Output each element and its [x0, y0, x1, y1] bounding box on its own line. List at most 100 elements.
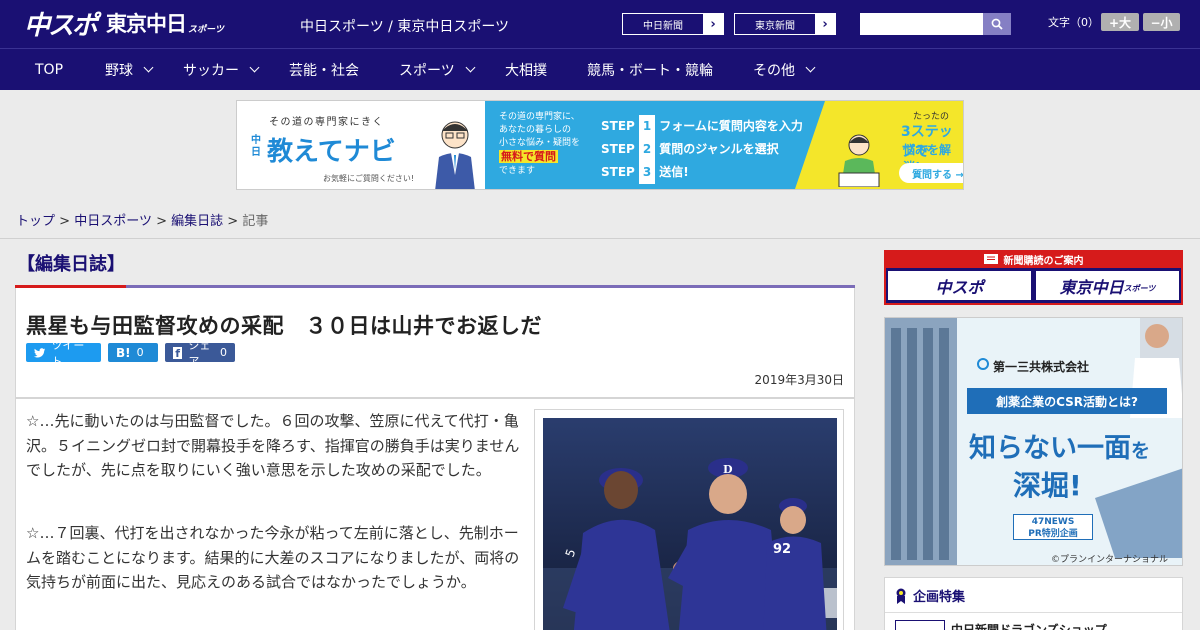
banner-desc-2: あなたの暮らしの	[499, 125, 572, 135]
tweet-button[interactable]: ツイート	[26, 339, 101, 368]
subscribe-sports-suffix: スポーツ	[1123, 284, 1156, 293]
article-paragraph: ☆…７回裏、代打を出されなかった今永が粘って左前に落とし、先制ホームを踏むことに…	[26, 524, 520, 591]
step-number: 1	[639, 115, 656, 138]
nav-item-soccer[interactable]: サッカー	[183, 49, 260, 90]
section-title: 【編集日誌】	[17, 254, 125, 275]
subscribe-chuspo-link[interactable]: 中スポ	[888, 271, 1031, 300]
step-label: STEP	[601, 165, 635, 179]
logo-chuspo: 中スポ	[24, 10, 98, 41]
tweet-label: ツイート	[51, 338, 85, 368]
chevron-down-icon	[465, 62, 476, 73]
banner-desc-1: その道の専門家に、	[499, 112, 580, 122]
divider	[0, 238, 1200, 239]
chevron-right-icon: ›	[703, 14, 723, 34]
nav-item-label: 競馬・ボート・競輪	[587, 62, 713, 79]
nav-item-label: サッカー	[183, 62, 239, 79]
nav-item-label: TOP	[35, 61, 64, 78]
chevron-down-icon	[249, 62, 260, 73]
banner-step: STEP 2 質問のジャンルを選択	[601, 138, 803, 161]
breadcrumb-separator: >	[59, 214, 71, 229]
subscribe-tokyo-chunichi-link[interactable]: 東京中日 スポーツ	[1036, 271, 1179, 300]
ad-question: 創薬企業のCSR活動とは?	[967, 388, 1167, 414]
jersey-number: 92	[773, 542, 791, 557]
breadcrumb-top-link[interactable]: トップ	[16, 214, 55, 229]
ad-headline-1: 知らない一面を	[969, 426, 1150, 465]
banner-cta-button[interactable]: 質問する →	[899, 163, 963, 183]
step-text: 送信!	[659, 165, 689, 179]
nav-item-entertainment[interactable]: 芸能・社会	[289, 49, 359, 90]
chunichi-shimbun-link[interactable]: 中日新聞 ›	[622, 13, 724, 35]
tokyo-shimbun-label: 東京新聞	[755, 20, 795, 32]
article-date: 2019年3月30日	[754, 373, 844, 387]
user-laptop-illustration	[838, 134, 880, 187]
tokyo-shimbun-link[interactable]: 東京新聞 ›	[734, 13, 836, 35]
article-photo[interactable]: 5 D 92	[543, 418, 837, 630]
chevron-down-icon	[143, 62, 154, 73]
nav-item-label: 芸能・社会	[289, 62, 359, 79]
search-button[interactable]	[983, 13, 1011, 35]
oshiete-navi-banner[interactable]: その道の専門家にきく 中日 教えてナビ お気軽にご質問ください! その道の専門家…	[236, 100, 964, 190]
breadcrumb-chuspo-link[interactable]: 中日スポーツ	[74, 214, 152, 229]
font-size-decrease-button[interactable]: −小	[1143, 13, 1180, 31]
ad-credit: ©プランインターナショナル	[1051, 555, 1169, 565]
feature-header: 企画特集	[895, 586, 965, 605]
daiichi-sankyo-logo-icon	[977, 358, 989, 370]
facebook-share-count: 0	[220, 346, 227, 359]
site-search	[860, 13, 1011, 35]
banner-step: STEP 1 フォームに質問内容を入力	[601, 115, 803, 138]
chevron-down-icon	[805, 62, 816, 73]
ad-source: 47NEWS PR特別企画	[1013, 514, 1093, 540]
font-size-label: 文字（0）	[1048, 16, 1099, 29]
feature-title: 企画特集	[913, 590, 966, 605]
ribbon-icon	[896, 588, 906, 604]
breadcrumb: トップ > 中日スポーツ > 編集日誌 > 記事	[16, 210, 268, 229]
ad-source-name: 47NEWS	[1031, 517, 1075, 527]
site-logo[interactable]: 中スポ 東京中日 スポーツ	[24, 8, 224, 41]
banner-brand-panel: その道の専門家にきく 中日 教えてナビ お気軽にご質問ください!	[237, 101, 485, 189]
banner-tag: その道の専門家にきく	[269, 117, 384, 128]
hatena-bookmark-icon: B!	[116, 345, 131, 360]
banner-desc-emphasis: 無料で質問	[499, 150, 558, 163]
nav-item-racing[interactable]: 競馬・ボート・競輪	[587, 49, 713, 90]
nav-item-other[interactable]: その他	[753, 49, 816, 90]
divider	[885, 612, 1182, 613]
subscription-title: 新聞購読のご案内	[1003, 255, 1084, 267]
search-icon	[991, 18, 1003, 30]
ad-source-label: PR特別企画	[1028, 529, 1078, 539]
feature-item-link[interactable]: 中日新聞ドラゴンズショップ	[951, 621, 1107, 630]
step-text: 質問のジャンルを選択	[659, 142, 779, 156]
nav-item-top[interactable]: TOP	[35, 49, 63, 90]
breadcrumb-diary-link[interactable]: 編集日誌	[171, 214, 223, 229]
subscription-header: 新聞購読のご案内	[884, 250, 1183, 268]
nav-item-baseball[interactable]: 野球	[105, 49, 154, 90]
hatena-count: 0	[136, 346, 144, 359]
newspaper-icon	[983, 254, 998, 264]
chunichi-shimbun-label: 中日新聞	[643, 20, 683, 32]
article-header: 黒星も与田監督攻めの采配 ３０日は山井でお返しだ ツイート B! 0 f シェア…	[15, 288, 855, 398]
banner-steps-panel: その道の専門家に、 あなたの暮らしの 小さな悩み・疑問を 無料で質問 できます …	[485, 101, 825, 189]
site-header: 中スポ 東京中日 スポーツ 中日スポーツ / 東京中日スポーツ 中日新聞 › 東…	[0, 0, 1200, 48]
step-label: STEP	[601, 142, 635, 156]
ad-headline-1-suffix: を	[1131, 440, 1151, 462]
main-nav: TOP 野球 サッカー 芸能・社会 スポーツ 大相撲 競馬・ボート・競輪 その他	[0, 48, 1200, 90]
step-text: フォームに質問内容を入力	[659, 119, 803, 133]
nav-item-label: 大相撲	[505, 62, 547, 79]
nav-item-label: スポーツ	[399, 62, 455, 79]
logo-tokyo-chunichi: 東京中日	[106, 12, 187, 36]
ad-company: 第一三共株式会社	[993, 360, 1090, 374]
nav-item-sports[interactable]: スポーツ	[399, 49, 476, 90]
feature-thumbnail[interactable]	[895, 620, 945, 630]
daiichi-sankyo-ad[interactable]: 第一三共株式会社 創薬企業のCSR活動とは? 知らない一面を 深堀! 47NEW…	[884, 317, 1183, 566]
facebook-share-button[interactable]: f シェア 0	[165, 339, 235, 368]
article-body: ☆…先に動いたのは与田監督でした。６回の攻撃、笠原に代えて代打・亀沢。５イニング…	[15, 398, 855, 630]
nav-item-sumo[interactable]: 大相撲	[505, 49, 547, 90]
baseball-players-image: 5 D 92	[543, 418, 837, 630]
article-headline: 黒星も与田監督攻めの采配 ３０日は山井でお返しだ	[26, 314, 542, 338]
banner-steps: STEP 1 フォームに質問内容を入力 STEP 2 質問のジャンルを選択 ST…	[601, 115, 803, 184]
hatena-bookmark-button[interactable]: B! 0	[108, 343, 158, 362]
facebook-share-label: シェア	[188, 338, 211, 368]
chevron-right-icon: ›	[815, 14, 835, 34]
font-size-increase-button[interactable]: +大	[1101, 13, 1139, 31]
search-input[interactable]	[860, 13, 983, 35]
advisor-illustration	[435, 121, 475, 189]
